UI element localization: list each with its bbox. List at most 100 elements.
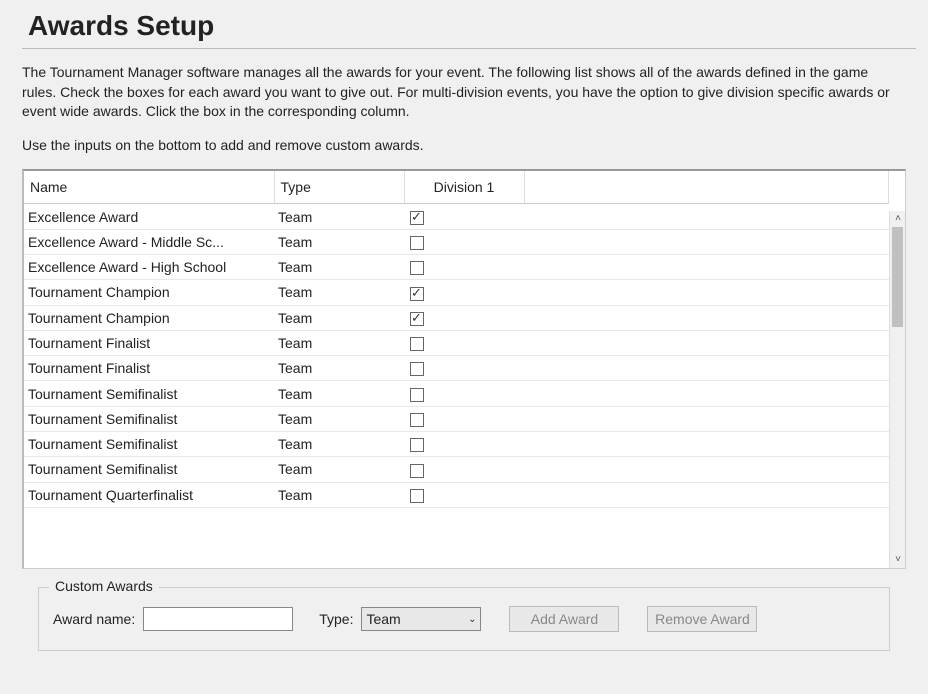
add-award-button[interactable]: Add Award bbox=[509, 606, 619, 632]
blank-cell bbox=[524, 457, 889, 482]
award-division-cell bbox=[404, 381, 524, 406]
award-type-cell: Team bbox=[274, 204, 404, 229]
division-checkbox[interactable] bbox=[410, 312, 424, 326]
description-p1: The Tournament Manager software manages … bbox=[22, 63, 906, 122]
chevron-down-icon: ⌄ bbox=[468, 614, 476, 625]
blank-cell bbox=[524, 381, 889, 406]
award-name-cell: Excellence Award - Middle Sc... bbox=[24, 229, 274, 254]
award-name-input[interactable] bbox=[143, 607, 293, 631]
table-row[interactable]: Tournament SemifinalistTeam bbox=[24, 381, 889, 406]
division-checkbox[interactable] bbox=[410, 236, 424, 250]
col-division-header[interactable]: Division 1 bbox=[404, 171, 524, 204]
award-division-cell bbox=[404, 457, 524, 482]
award-type-cell: Team bbox=[274, 254, 404, 279]
division-checkbox[interactable] bbox=[410, 438, 424, 452]
divider bbox=[22, 48, 916, 49]
table-header-row: Name Type Division 1 bbox=[24, 171, 889, 204]
awards-setup-page: Awards Setup The Tournament Manager soft… bbox=[0, 10, 928, 694]
award-division-cell bbox=[404, 305, 524, 330]
division-checkbox[interactable] bbox=[410, 261, 424, 275]
division-checkbox[interactable] bbox=[410, 413, 424, 427]
award-name-cell: Tournament Semifinalist bbox=[24, 406, 274, 431]
scroll-thumb[interactable] bbox=[892, 227, 903, 327]
table-row[interactable]: Tournament SemifinalistTeam bbox=[24, 457, 889, 482]
table-row[interactable]: Tournament ChampionTeam bbox=[24, 280, 889, 305]
type-select-value: Team bbox=[366, 611, 400, 627]
division-checkbox[interactable] bbox=[410, 287, 424, 301]
award-division-cell bbox=[404, 432, 524, 457]
award-type-cell: Team bbox=[274, 356, 404, 381]
blank-cell bbox=[524, 305, 889, 330]
blank-cell bbox=[524, 482, 889, 507]
page-title: Awards Setup bbox=[28, 10, 928, 42]
award-type-cell: Team bbox=[274, 305, 404, 330]
custom-awards-row: Award name: Type: Team ⌄ Add Award Remov… bbox=[53, 606, 875, 632]
remove-award-button[interactable]: Remove Award bbox=[647, 606, 757, 632]
award-name-cell: Tournament Champion bbox=[24, 305, 274, 330]
award-type-cell: Team bbox=[274, 229, 404, 254]
description-p2: Use the inputs on the bottom to add and … bbox=[22, 136, 906, 156]
division-checkbox[interactable] bbox=[410, 464, 424, 478]
col-blank-header bbox=[524, 171, 889, 204]
awards-table-frame: Name Type Division 1 Excellence AwardTea… bbox=[22, 169, 906, 569]
award-name-cell: Tournament Finalist bbox=[24, 330, 274, 355]
awards-scroll-area: Name Type Division 1 Excellence AwardTea… bbox=[24, 171, 889, 568]
award-type-cell: Team bbox=[274, 406, 404, 431]
blank-cell bbox=[524, 356, 889, 381]
col-name-header[interactable]: Name bbox=[24, 171, 274, 204]
vertical-scrollbar[interactable]: ˄ ˅ bbox=[889, 211, 905, 568]
table-row[interactable]: Excellence AwardTeam bbox=[24, 204, 889, 229]
award-name-cell: Tournament Semifinalist bbox=[24, 432, 274, 457]
blank-cell bbox=[524, 204, 889, 229]
blank-cell bbox=[524, 229, 889, 254]
division-checkbox[interactable] bbox=[410, 489, 424, 503]
type-select[interactable]: Team ⌄ bbox=[361, 607, 481, 631]
division-checkbox[interactable] bbox=[410, 362, 424, 376]
award-division-cell bbox=[404, 280, 524, 305]
table-row[interactable]: Tournament QuarterfinalistTeam bbox=[24, 482, 889, 507]
award-division-cell bbox=[404, 356, 524, 381]
table-row[interactable]: Tournament FinalistTeam bbox=[24, 330, 889, 355]
blank-cell bbox=[524, 432, 889, 457]
award-type-cell: Team bbox=[274, 330, 404, 355]
blank-cell bbox=[524, 330, 889, 355]
award-name-cell: Tournament Quarterfinalist bbox=[24, 482, 274, 507]
blank-cell bbox=[524, 406, 889, 431]
division-checkbox[interactable] bbox=[410, 211, 424, 225]
table-row[interactable]: Tournament SemifinalistTeam bbox=[24, 406, 889, 431]
award-name-label: Award name: bbox=[53, 611, 135, 627]
award-division-cell bbox=[404, 254, 524, 279]
custom-awards-legend: Custom Awards bbox=[49, 578, 159, 594]
custom-awards-group: Custom Awards Award name: Type: Team ⌄ A… bbox=[38, 587, 890, 651]
table-row[interactable]: Tournament ChampionTeam bbox=[24, 305, 889, 330]
type-label: Type: bbox=[319, 611, 353, 627]
award-type-cell: Team bbox=[274, 457, 404, 482]
award-type-cell: Team bbox=[274, 381, 404, 406]
award-division-cell bbox=[404, 229, 524, 254]
award-type-cell: Team bbox=[274, 482, 404, 507]
table-row[interactable]: Excellence Award - High SchoolTeam bbox=[24, 254, 889, 279]
award-division-cell bbox=[404, 482, 524, 507]
award-name-cell: Tournament Champion bbox=[24, 280, 274, 305]
award-division-cell bbox=[404, 406, 524, 431]
award-name-cell: Tournament Semifinalist bbox=[24, 381, 274, 406]
table-row[interactable]: Tournament SemifinalistTeam bbox=[24, 432, 889, 457]
table-row[interactable]: Excellence Award - Middle Sc...Team bbox=[24, 229, 889, 254]
description-block: The Tournament Manager software manages … bbox=[22, 63, 906, 155]
blank-cell bbox=[524, 254, 889, 279]
col-type-header[interactable]: Type bbox=[274, 171, 404, 204]
award-name-cell: Tournament Semifinalist bbox=[24, 457, 274, 482]
division-checkbox[interactable] bbox=[410, 337, 424, 351]
award-name-cell: Excellence Award bbox=[24, 204, 274, 229]
awards-table: Name Type Division 1 Excellence AwardTea… bbox=[24, 171, 889, 508]
award-type-cell: Team bbox=[274, 432, 404, 457]
award-type-cell: Team bbox=[274, 280, 404, 305]
award-division-cell bbox=[404, 330, 524, 355]
table-row[interactable]: Tournament FinalistTeam bbox=[24, 356, 889, 381]
division-checkbox[interactable] bbox=[410, 388, 424, 402]
scroll-down-icon[interactable]: ˅ bbox=[890, 552, 906, 568]
blank-cell bbox=[524, 280, 889, 305]
award-name-cell: Excellence Award - High School bbox=[24, 254, 274, 279]
award-name-cell: Tournament Finalist bbox=[24, 356, 274, 381]
scroll-up-icon[interactable]: ˄ bbox=[890, 211, 906, 227]
